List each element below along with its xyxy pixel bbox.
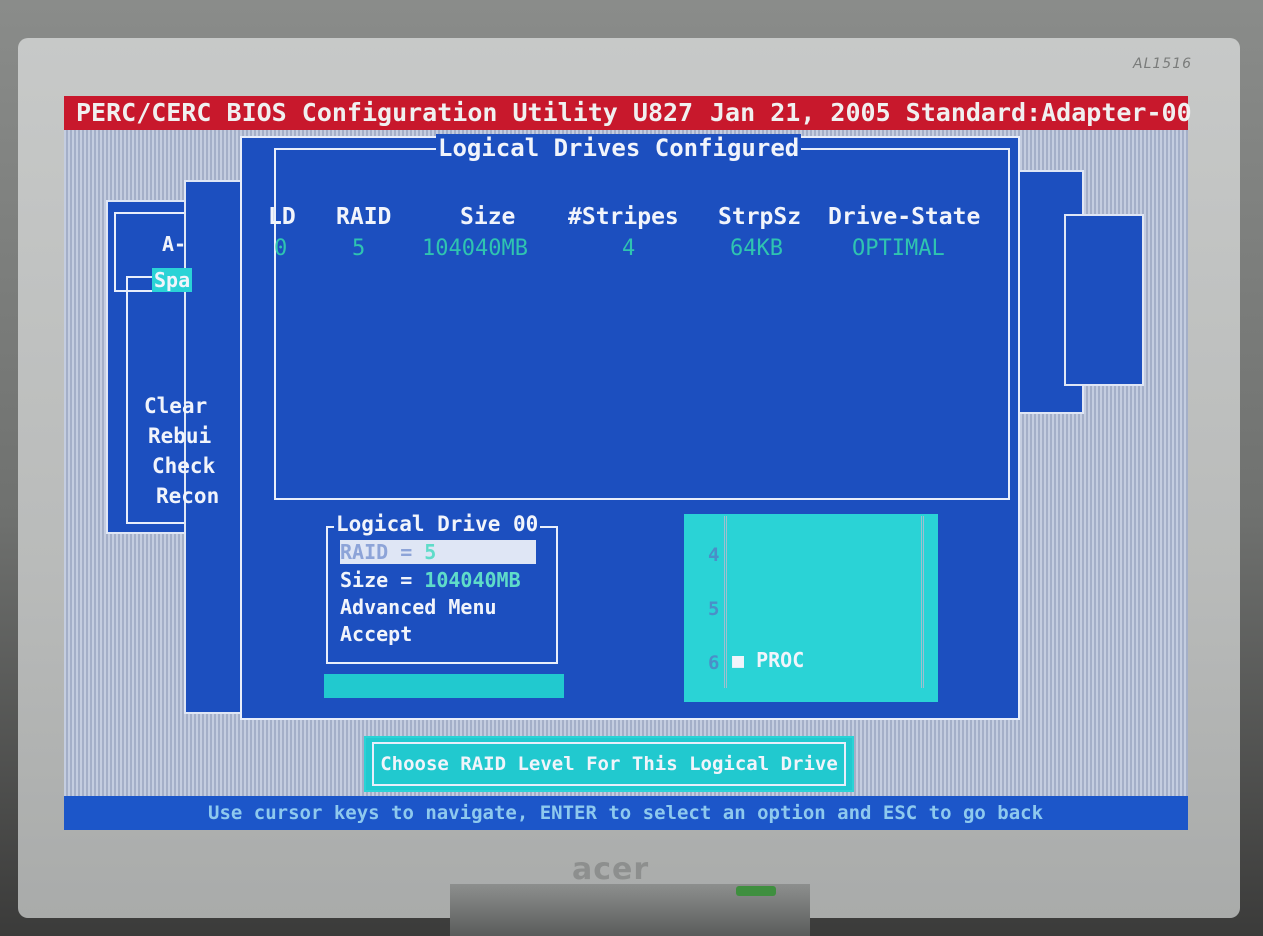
col-header-raid: RAID xyxy=(336,204,392,230)
col-header-drive-state: Drive-State xyxy=(828,204,981,230)
proc-label: PROC xyxy=(756,648,805,672)
status-bar: Use cursor keys to navigate, ENTER to se… xyxy=(64,796,1188,830)
cell-drive-state[interactable]: OPTIMAL xyxy=(852,236,945,261)
size-label: Size = xyxy=(340,568,425,592)
col-header-ld: LD xyxy=(268,204,296,230)
menu-item-recon[interactable]: Recon xyxy=(156,484,219,508)
raid-value: 5 xyxy=(424,540,437,564)
power-led[interactable] xyxy=(736,886,776,896)
utility-title: PERC/CERC BIOS Configuration Utility U82… xyxy=(76,98,694,127)
menu-item-check[interactable]: Check xyxy=(152,454,215,478)
col-header-stripes: #Stripes xyxy=(568,204,679,230)
size-value: 104040MB xyxy=(424,568,521,592)
cell-ld[interactable]: 0 xyxy=(274,236,287,261)
title-bar: PERC/CERC BIOS Configuration Utility U82… xyxy=(64,96,1192,130)
background-submenu-title: A- xyxy=(162,232,187,256)
menu-size[interactable]: Size = 104040MB xyxy=(340,568,521,592)
menu-item-clear[interactable]: Clear xyxy=(144,394,207,418)
span-bar xyxy=(324,674,564,698)
help-text: Choose RAID Level For This Logical Drive xyxy=(372,742,846,786)
menu-advanced[interactable]: Advanced Menu xyxy=(340,595,497,619)
cell-strpsz[interactable]: 64KB xyxy=(730,236,783,261)
background-window-far-right xyxy=(1064,214,1144,386)
status-text: Use cursor keys to navigate, ENTER to se… xyxy=(208,802,1044,824)
span-number-5: 5 xyxy=(708,598,720,620)
logical-drives-title: Logical Drives Configured xyxy=(436,134,802,162)
monitor-model-label: AL1516 xyxy=(1133,56,1193,72)
menu-raid-level[interactable]: RAID = 5 xyxy=(340,540,536,564)
adapter-info: Jan 21, 2005 Standard:Adapter-00 xyxy=(710,98,1192,127)
span-number-4: 4 xyxy=(708,544,720,566)
cell-stripes[interactable]: 4 xyxy=(622,236,635,261)
cell-size[interactable]: 104040MB xyxy=(422,236,528,261)
background-submenu-selected[interactable]: Spa xyxy=(152,268,193,292)
span-number-6: 6 xyxy=(708,652,720,674)
logical-drive-menu-title: Logical Drive 00 xyxy=(334,512,541,536)
raid-label: RAID = xyxy=(340,540,425,564)
col-header-strpsz: StrpSz xyxy=(718,204,802,230)
monitor-brand-logo: acer xyxy=(572,852,650,887)
cell-raid[interactable]: 5 xyxy=(352,236,365,261)
bios-screen: PERC/CERC BIOS Configuration Utility U82… xyxy=(64,96,1192,830)
menu-item-rebuild[interactable]: Rebui xyxy=(148,424,211,448)
logical-drives-box xyxy=(274,148,1010,500)
proc-entry[interactable]: ■ PROC xyxy=(732,648,804,672)
help-box: Choose RAID Level For This Logical Drive xyxy=(364,736,854,792)
col-header-size: Size xyxy=(460,204,516,230)
bullet-icon: ■ xyxy=(732,648,757,672)
menu-accept[interactable]: Accept xyxy=(340,622,412,646)
